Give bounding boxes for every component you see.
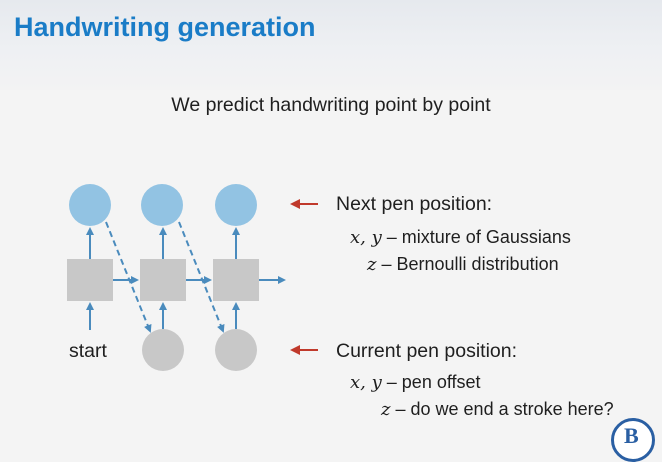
hidden-node-3	[213, 259, 259, 301]
next-xy-math: x, y	[350, 227, 382, 248]
input-node-2	[142, 329, 184, 371]
next-xy-text: – mixture of Gaussians	[386, 227, 571, 247]
output-node-2	[141, 184, 183, 226]
hidden-node-2	[140, 259, 186, 301]
current-z-line: z – do we end a stroke here?	[381, 399, 614, 420]
current-xy-line: x, y – pen offset	[350, 372, 481, 393]
next-z-math: z	[367, 254, 377, 275]
rnn-diagram	[67, 184, 318, 371]
current-z-text: – do we end a stroke here?	[395, 399, 614, 419]
logo-letter: B	[624, 423, 639, 448]
next-position-heading: Next pen position:	[336, 193, 493, 215]
output-node-3	[215, 184, 257, 226]
hidden-node-1	[67, 259, 113, 301]
current-xy-math: x, y	[350, 372, 382, 393]
current-xy-text: – pen offset	[386, 372, 481, 392]
output-node-1	[69, 184, 111, 226]
logo: B	[611, 418, 655, 462]
next-z-line: z – Bernoulli distribution	[367, 254, 559, 275]
current-position-heading: Current pen position:	[336, 340, 518, 362]
next-z-text: – Bernoulli distribution	[381, 254, 559, 274]
start-label: start	[69, 340, 107, 362]
current-z-math: z	[381, 399, 391, 420]
next-xy-line: x, y – mixture of Gaussians	[350, 227, 571, 248]
input-node-3	[215, 329, 257, 371]
